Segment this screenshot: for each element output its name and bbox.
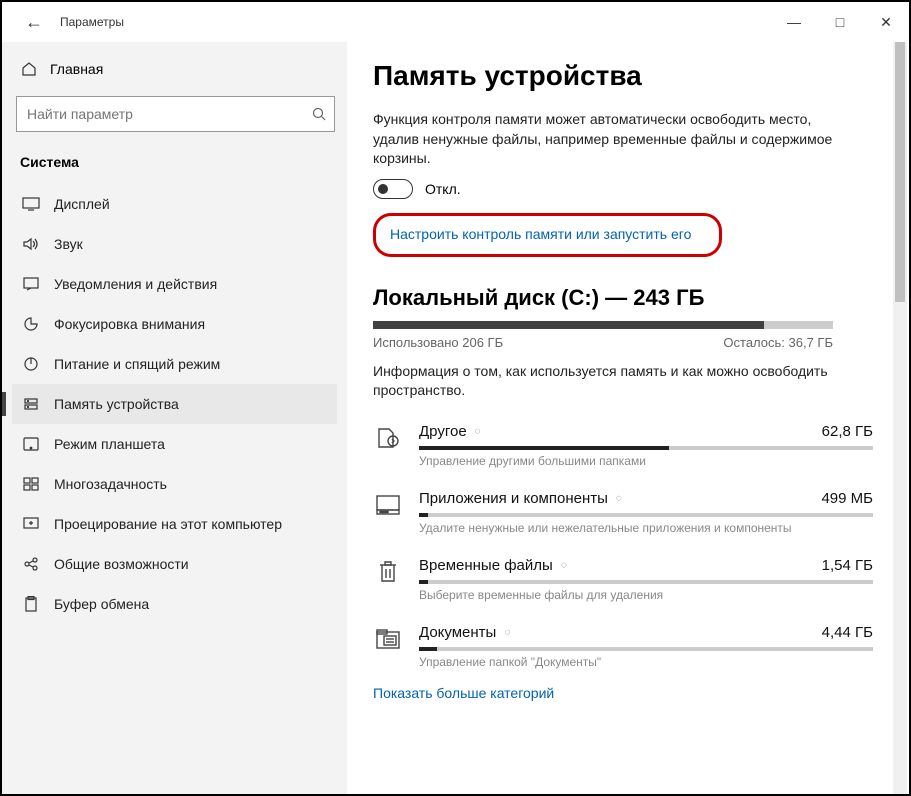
loading-spinner-icon: ◌ bbox=[616, 493, 622, 504]
other-icon bbox=[373, 423, 403, 453]
category-header: Система bbox=[14, 148, 337, 184]
projecting-icon bbox=[22, 515, 40, 533]
category-size: 499 МБ bbox=[821, 490, 873, 507]
focus-icon bbox=[22, 315, 40, 333]
sidebar-item-multitasking[interactable]: Многозадачность bbox=[12, 464, 337, 504]
category-hint: Выберите временные файлы для удаления bbox=[419, 588, 873, 602]
category-size: 1,54 ГБ bbox=[822, 557, 873, 574]
nav-list: Дисплей Звук Уведомления и действия Фоку… bbox=[12, 184, 337, 624]
category-other[interactable]: Другое ◌ 62,8 ГБ Управление другими боль… bbox=[373, 411, 873, 478]
category-bar bbox=[419, 580, 873, 584]
category-name: Документы bbox=[419, 624, 496, 641]
storage-icon bbox=[22, 395, 40, 413]
disk-used-label: Использовано 206 ГБ bbox=[373, 335, 503, 350]
scrollbar[interactable] bbox=[893, 42, 907, 794]
loading-spinner-icon: ◌ bbox=[475, 426, 481, 437]
content-pane: Память устройства Функция контроля памят… bbox=[347, 42, 909, 794]
storage-sense-desc: Функция контроля памяти может автоматиче… bbox=[373, 110, 833, 169]
clipboard-icon bbox=[22, 595, 40, 613]
search-box[interactable] bbox=[16, 96, 335, 132]
display-icon bbox=[22, 195, 40, 213]
sidebar-item-clipboard[interactable]: Буфер обмена bbox=[12, 584, 337, 624]
home-icon bbox=[20, 60, 38, 78]
category-hint: Управление другими большими папками bbox=[419, 454, 873, 468]
storage-sense-toggle[interactable] bbox=[373, 179, 413, 199]
category-bar bbox=[419, 647, 873, 651]
sidebar-item-label: Питание и спящий режим bbox=[54, 356, 220, 372]
category-apps[interactable]: Приложения и компоненты ◌ 499 МБ Удалите… bbox=[373, 478, 873, 545]
toggle-state-label: Откл. bbox=[425, 181, 461, 197]
category-size: 4,44 ГБ bbox=[822, 624, 873, 641]
page-title: Память устройства bbox=[373, 60, 879, 92]
category-hint: Управление папкой "Документы" bbox=[419, 655, 873, 669]
sidebar-item-label: Фокусировка внимания bbox=[54, 316, 205, 332]
sidebar-item-tablet[interactable]: Режим планшета bbox=[12, 424, 337, 464]
maximize-button[interactable]: □ bbox=[817, 2, 863, 42]
category-size: 62,8 ГБ bbox=[822, 423, 873, 440]
sidebar-item-label: Память устройства bbox=[54, 396, 179, 412]
search-input[interactable] bbox=[27, 106, 312, 122]
back-button[interactable]: ← bbox=[12, 2, 56, 42]
sidebar-item-label: Уведомления и действия bbox=[54, 276, 217, 292]
disk-usage-bar bbox=[373, 321, 833, 329]
sidebar-item-label: Режим планшета bbox=[54, 436, 165, 452]
sidebar-item-sound[interactable]: Звук bbox=[12, 224, 337, 264]
search-icon bbox=[312, 107, 326, 121]
configure-storage-sense-link[interactable]: Настроить контроль памяти или запустить … bbox=[390, 226, 691, 242]
loading-spinner-icon: ◌ bbox=[561, 560, 567, 571]
sidebar-item-label: Буфер обмена bbox=[54, 596, 149, 612]
category-documents[interactable]: Документы ◌ 4,44 ГБ Управление папкой "Д… bbox=[373, 612, 873, 679]
sidebar-item-projecting[interactable]: Проецирование на этот компьютер bbox=[12, 504, 337, 544]
window-title: Параметры bbox=[56, 15, 124, 29]
sidebar-item-label: Многозадачность bbox=[54, 476, 167, 492]
show-more-categories-link[interactable]: Показать больше категорий bbox=[373, 679, 879, 701]
sidebar: Главная Система Дисплей Звук Уведомлени bbox=[2, 42, 347, 794]
category-name: Временные файлы bbox=[419, 557, 553, 574]
category-name: Другое bbox=[419, 423, 467, 440]
category-temp[interactable]: Временные файлы ◌ 1,54 ГБ Выберите време… bbox=[373, 545, 873, 612]
home-nav[interactable]: Главная bbox=[14, 52, 337, 86]
highlight-annotation: Настроить контроль памяти или запустить … bbox=[373, 213, 722, 257]
trash-icon bbox=[373, 557, 403, 587]
sidebar-item-label: Проецирование на этот компьютер bbox=[54, 516, 282, 532]
category-bar bbox=[419, 513, 873, 517]
close-button[interactable]: ✕ bbox=[863, 2, 909, 42]
documents-icon bbox=[373, 624, 403, 654]
sound-icon bbox=[22, 235, 40, 253]
category-name: Приложения и компоненты bbox=[419, 490, 608, 507]
home-label: Главная bbox=[50, 61, 103, 77]
disk-info: Информация о том, как используется памят… bbox=[373, 362, 833, 401]
sidebar-item-focus[interactable]: Фокусировка внимания bbox=[12, 304, 337, 344]
sidebar-item-label: Дисплей bbox=[54, 196, 110, 212]
category-bar bbox=[419, 446, 873, 450]
disk-title: Локальный диск (C:) — 243 ГБ bbox=[373, 285, 879, 311]
power-icon bbox=[22, 355, 40, 373]
sidebar-item-display[interactable]: Дисплей bbox=[12, 184, 337, 224]
minimize-button[interactable]: — bbox=[771, 2, 817, 42]
category-hint: Удалите ненужные или нежелательные прило… bbox=[419, 521, 873, 535]
disk-free-label: Осталось: 36,7 ГБ bbox=[723, 335, 833, 350]
tablet-icon bbox=[22, 435, 40, 453]
sidebar-item-label: Общие возможности bbox=[54, 556, 189, 572]
sidebar-item-notifications[interactable]: Уведомления и действия bbox=[12, 264, 337, 304]
apps-icon bbox=[373, 490, 403, 520]
sidebar-item-power[interactable]: Питание и спящий режим bbox=[12, 344, 337, 384]
sidebar-item-label: Звук bbox=[54, 236, 83, 252]
notifications-icon bbox=[22, 275, 40, 293]
scrollbar-thumb[interactable] bbox=[895, 42, 905, 302]
multitasking-icon bbox=[22, 475, 40, 493]
sidebar-item-shared[interactable]: Общие возможности bbox=[12, 544, 337, 584]
sidebar-item-storage[interactable]: Память устройства bbox=[12, 384, 337, 424]
loading-spinner-icon: ◌ bbox=[504, 627, 510, 638]
shared-icon bbox=[22, 555, 40, 573]
